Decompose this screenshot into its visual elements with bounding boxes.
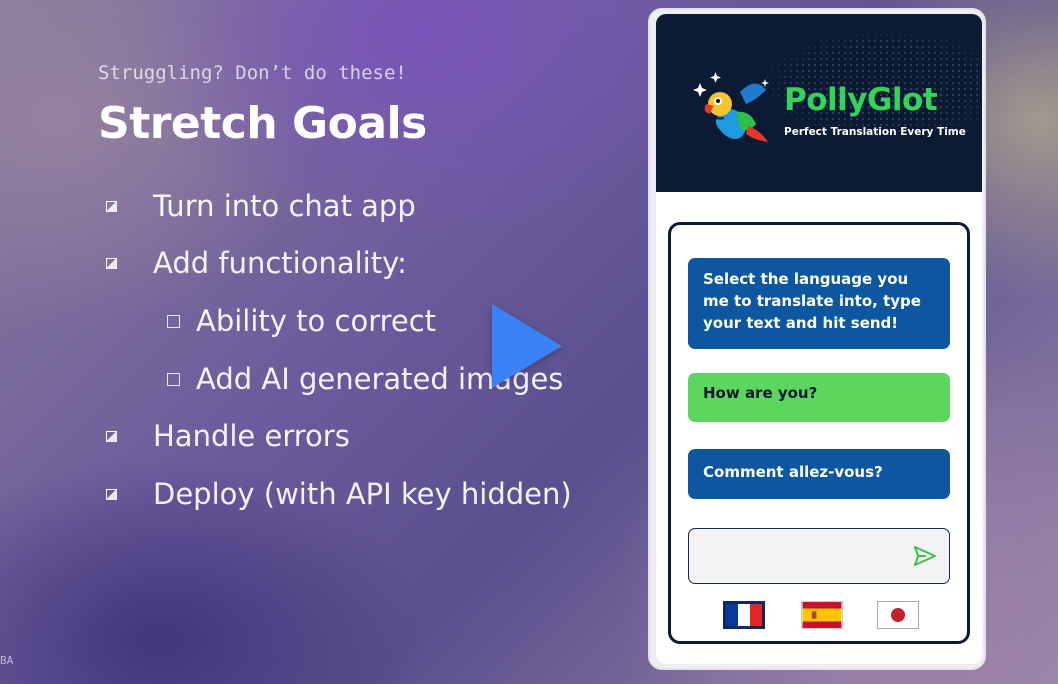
slide-subtitle: Struggling? Don’t do these!: [98, 62, 407, 84]
sun-disc: [891, 608, 905, 622]
bullet-item: Add functionality:: [106, 246, 407, 280]
app-screen: PollyGlot Perfect Translation Every Time…: [656, 14, 982, 664]
bullet-text: Handle errors: [153, 419, 350, 453]
bullet-item: Deploy (with API key hidden): [106, 477, 572, 511]
spanish-flag-button[interactable]: [801, 601, 843, 629]
play-icon[interactable]: [492, 304, 562, 388]
french-flag-button[interactable]: [723, 601, 765, 629]
system-message-bubble: Select the language you me to translate …: [688, 258, 950, 349]
bullet-item: Turn into chat app: [106, 189, 416, 223]
bullet-text: Add functionality:: [153, 246, 407, 280]
corner-label: BA: [0, 654, 14, 667]
square-bullet-icon: [167, 372, 180, 386]
user-message-bubble: How are you?: [688, 373, 950, 422]
sub-bullet-item: Ability to correct: [167, 304, 436, 338]
bullet-text: Ability to correct: [196, 304, 437, 338]
app-tagline: Perfect Translation Every Time: [784, 126, 966, 138]
bullet-item: Handle errors: [106, 419, 350, 453]
checkbox-bullet-icon: [106, 488, 117, 500]
checkbox-bullet-icon: [106, 200, 117, 212]
parrot-logo-icon: [693, 72, 769, 142]
japanese-flag-button[interactable]: [877, 601, 919, 629]
bullet-text: Deploy (with API key hidden): [153, 477, 572, 511]
message-input[interactable]: [688, 528, 950, 584]
bullet-text: Turn into chat app: [153, 189, 416, 223]
app-brand-name: PollyGlot: [784, 82, 938, 118]
chat-card: Select the language you me to translate …: [668, 222, 970, 644]
phone-mockup: PollyGlot Perfect Translation Every Time…: [648, 8, 986, 670]
checkbox-bullet-icon: [106, 430, 117, 442]
send-icon[interactable]: [913, 545, 937, 567]
app-header: PollyGlot Perfect Translation Every Time: [656, 14, 982, 192]
slide-title: Stretch Goals: [98, 98, 427, 149]
translation-message-bubble: Comment allez-vous?: [688, 449, 950, 499]
square-bullet-icon: [167, 314, 180, 328]
checkbox-bullet-icon: [106, 257, 117, 269]
